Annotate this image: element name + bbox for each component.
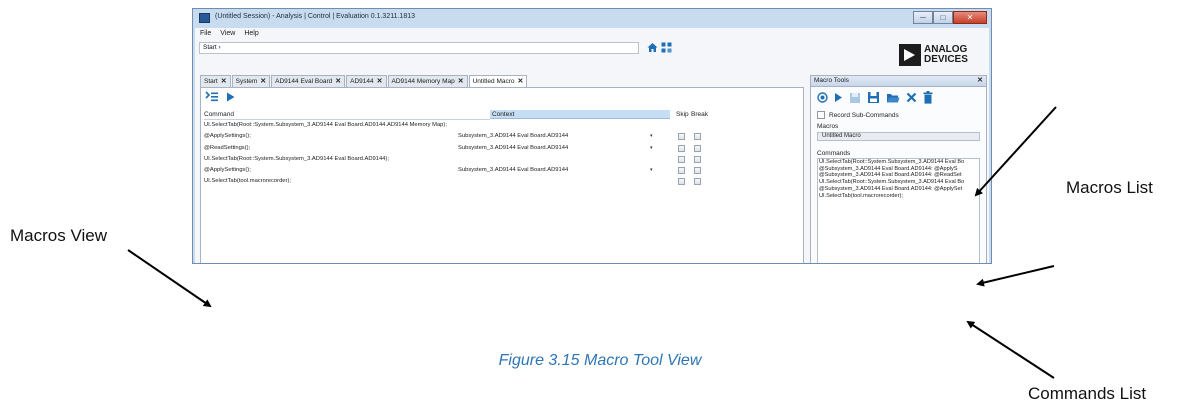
macros-list-callout: Macros List xyxy=(1066,178,1153,197)
macros-view-callout: Macros View xyxy=(10,226,107,245)
arrow-macros-view xyxy=(127,249,212,308)
arrow-macros-list xyxy=(974,106,1057,197)
figure-caption: Figure 3.15 Macro Tool View xyxy=(498,352,702,369)
commands-list-callout: Commands List xyxy=(1028,384,1147,403)
arrow-macros-list-lower xyxy=(976,265,1055,287)
